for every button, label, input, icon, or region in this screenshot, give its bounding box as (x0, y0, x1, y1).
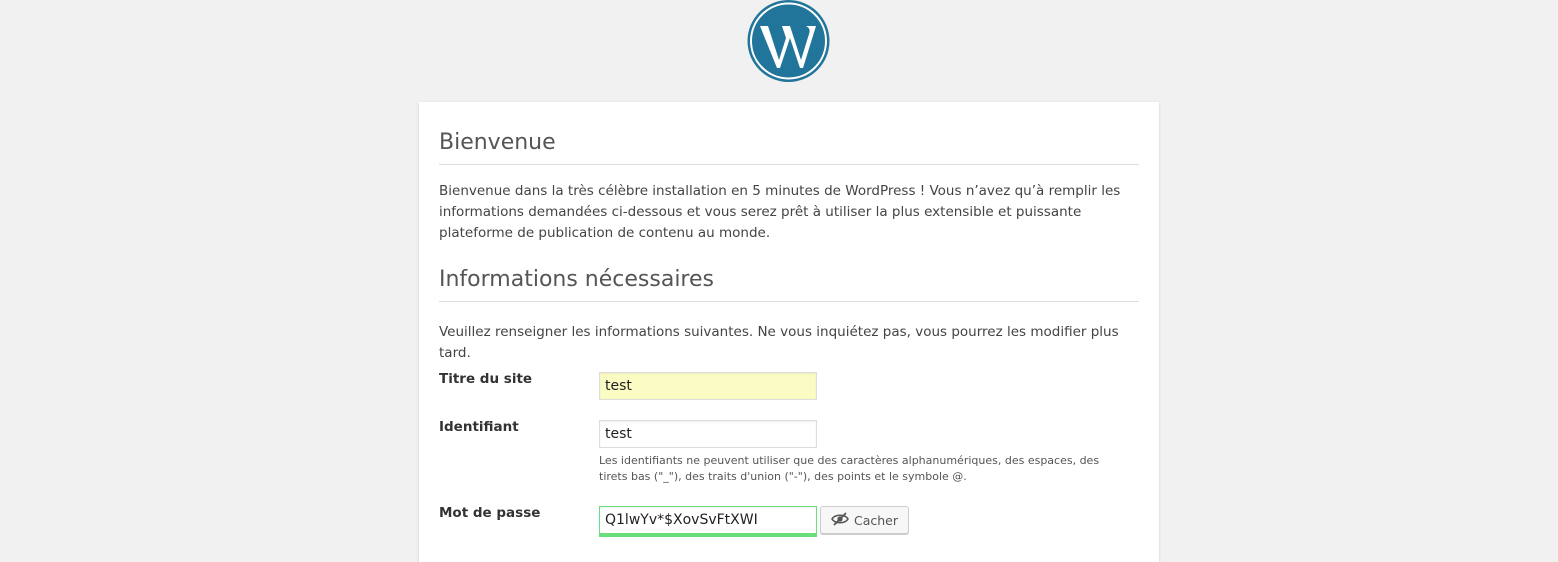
username-input[interactable] (599, 420, 817, 448)
info-heading: Informations nécessaires (439, 267, 1139, 302)
setup-card: Bienvenue Bienvenue dans la très célèbre… (419, 102, 1159, 562)
site-title-label: Titre du site (439, 371, 533, 387)
welcome-text: Bienvenue dans la très célèbre installat… (439, 183, 1121, 241)
welcome-heading: Bienvenue (439, 130, 1139, 165)
eye-slash-icon (831, 511, 849, 529)
wordpress-logo-icon[interactable] (746, 0, 831, 84)
password-label: Mot de passe (439, 505, 541, 521)
info-text: Veuillez renseigner les informations sui… (439, 324, 1119, 361)
password-input[interactable] (599, 506, 817, 534)
password-strength-bar (599, 533, 817, 537)
hide-password-label: Cacher (854, 512, 899, 528)
hide-password-button[interactable]: Cacher (820, 506, 910, 534)
username-label: Identifiant (439, 419, 519, 435)
site-title-input[interactable] (599, 372, 817, 400)
username-help-text: Les identifiants ne peuvent utiliser que… (599, 454, 1100, 483)
